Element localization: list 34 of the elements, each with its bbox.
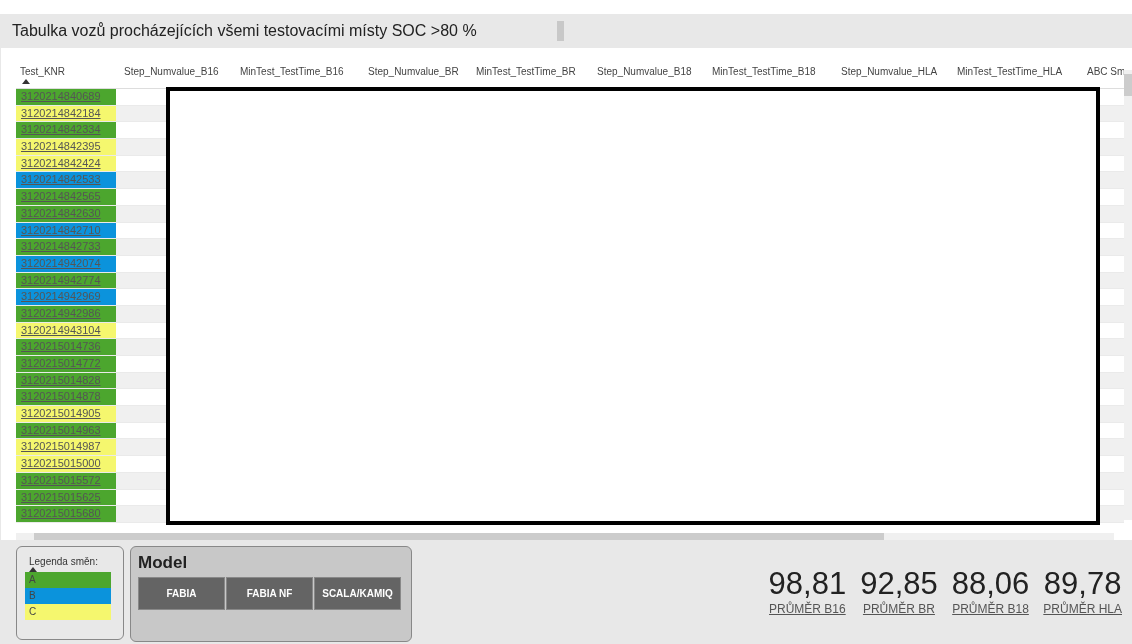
stat-value: 92,85 [860,566,938,601]
legend-title: Legenda směn: [29,556,98,567]
sort-arrow-icon [29,567,37,572]
stat-value: 98,81 [768,566,847,601]
legend-item: A [25,572,111,588]
sort-arrow-icon [22,79,30,84]
column-header[interactable]: Step_Numvalue_B18 [597,66,692,84]
column-header[interactable]: Step_Numvalue_BR [368,66,459,84]
knr-link[interactable]: 3120215014905 [16,406,116,422]
column-header[interactable]: Test_KNR [20,66,65,84]
knr-link[interactable]: 3120215015000 [16,456,116,472]
knr-link[interactable]: 3120214842395 [16,139,116,155]
table-title: Tabulka vozů procházejících všemi testovacími místy SOC >80 % [12,22,477,40]
stat-link[interactable]: PRŮMĚR B18 [952,602,1029,616]
knr-link[interactable]: 3120215014987 [16,439,116,456]
stat-link[interactable]: PRŮMĚR BR [862,602,935,616]
column-header[interactable]: Step_Numvalue_B16 [124,66,219,84]
column-header[interactable]: MinTest_TestTime_HLA [957,66,1063,84]
column-header[interactable]: ABC Sm [1087,66,1124,84]
model-button[interactable]: FABIA NF [226,577,313,610]
stat-link[interactable]: PRŮMĚR B16 [769,602,846,616]
legend-item: C [25,604,111,620]
stat-link[interactable]: PRŮMĚR HLA [1043,602,1122,616]
column-header[interactable]: MinTest_TestTime_BR [476,66,576,84]
legend-item: B [25,588,111,604]
model-title: Model [138,553,189,573]
stat-value: 88,06 [951,566,1030,601]
stat-value: 89,78 [1043,566,1122,601]
model-button[interactable]: FABIA [138,577,225,610]
column-header[interactable]: MinTest_TestTime_B16 [240,66,344,84]
resize-handle[interactable] [556,21,564,41]
column-header[interactable]: Step_Numvalue_HLA [841,66,938,84]
column-header[interactable]: MinTest_TestTime_B18 [712,66,816,84]
model-button[interactable]: SCALA/KAMIQ [314,577,401,610]
